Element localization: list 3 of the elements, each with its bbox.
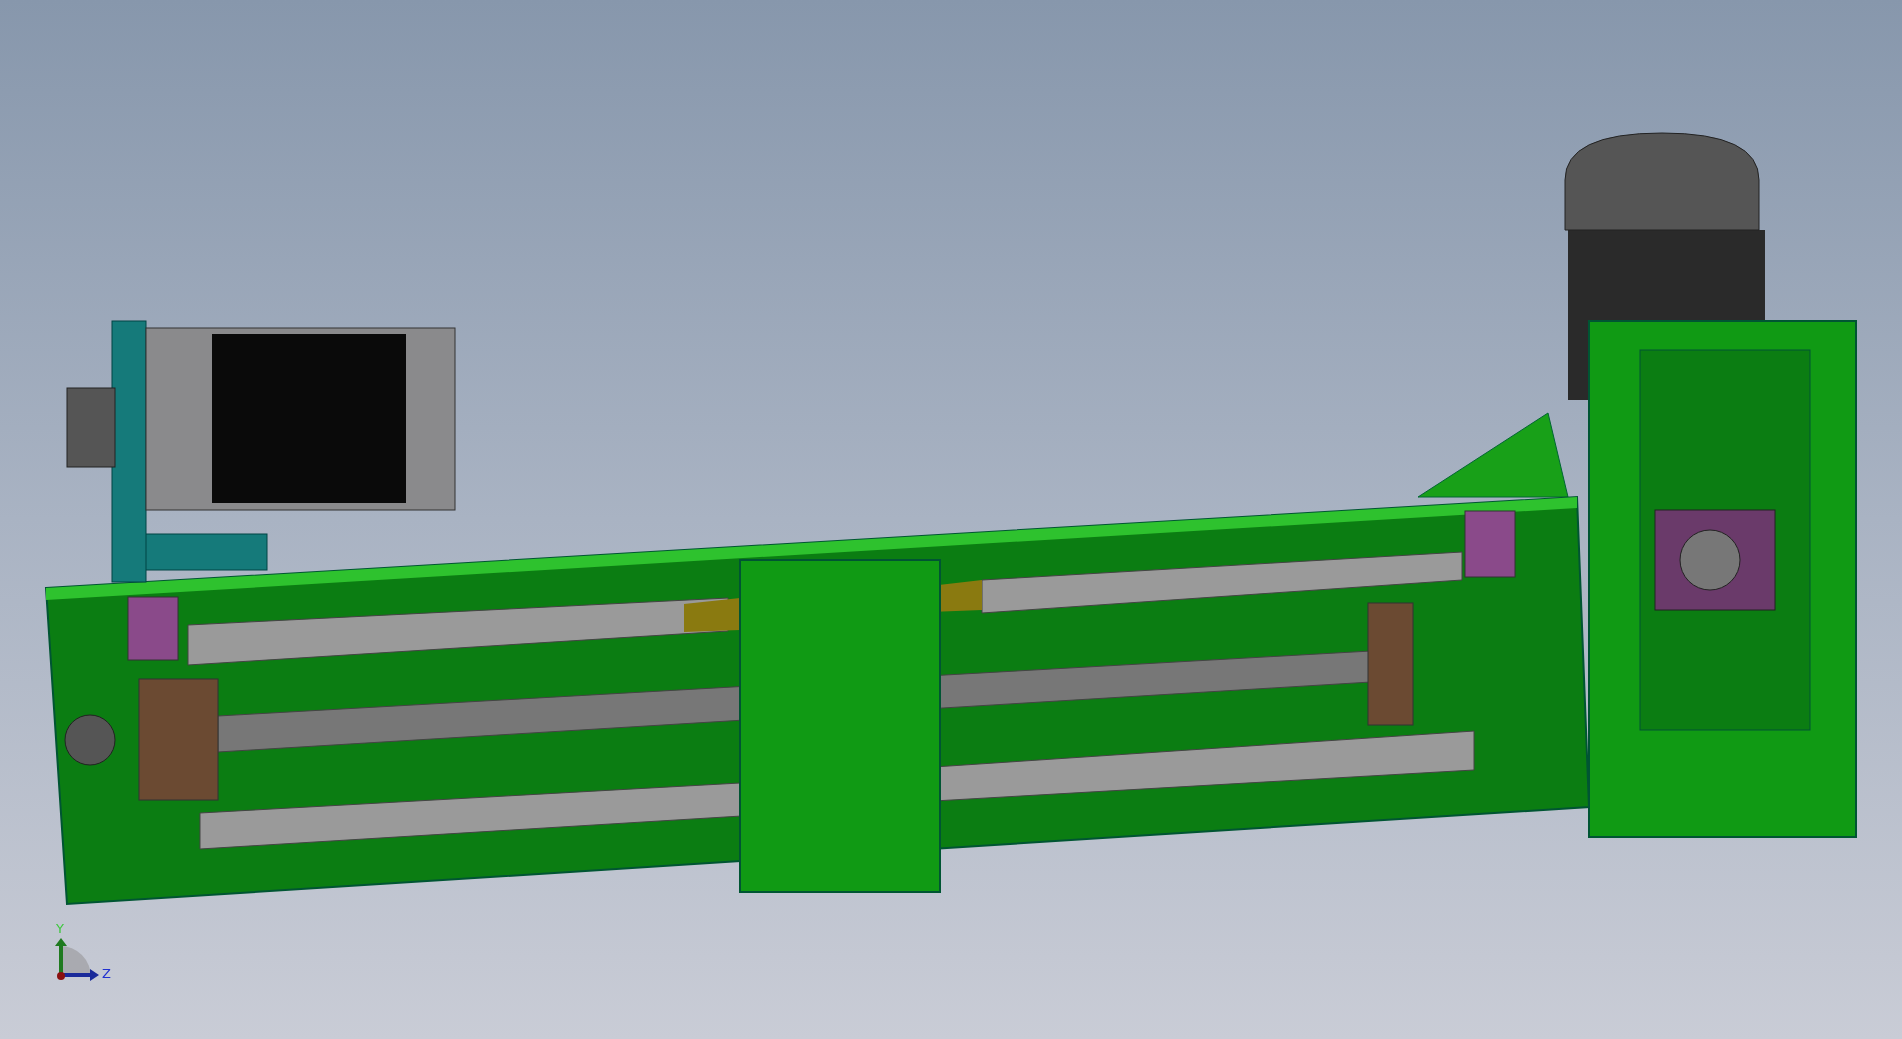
- origin-dot-icon: [57, 972, 65, 980]
- axis-label: Y: [56, 921, 64, 936]
- axis-label: Z: [102, 966, 111, 981]
